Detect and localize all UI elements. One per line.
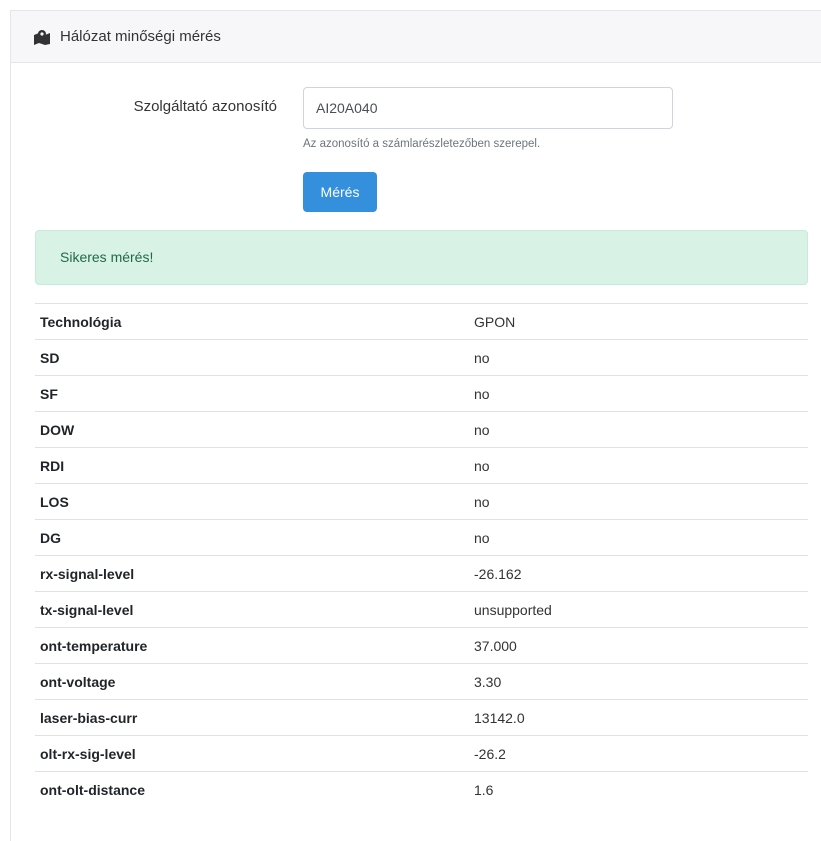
result-key: ont-olt-distance	[35, 771, 469, 807]
table-row: ont-voltage 3.30	[35, 663, 808, 700]
result-key: laser-bias-curr	[35, 699, 469, 736]
measurement-card: Hálózat minőségi mérés Szolgáltató azono…	[10, 10, 821, 841]
result-value: no	[469, 447, 808, 484]
result-key: ont-temperature	[35, 627, 469, 664]
result-value: GPON	[469, 303, 808, 340]
provider-id-input[interactable]: AI20A040	[303, 87, 673, 129]
result-value: no	[469, 411, 808, 448]
result-key: tx-signal-level	[35, 591, 469, 628]
table-row: ont-temperature 37.000	[35, 627, 808, 664]
result-key: Technológia	[35, 303, 469, 340]
measure-button[interactable]: Mérés	[303, 172, 377, 212]
result-value: 1.6	[469, 771, 808, 807]
provider-id-help: Az azonosító a számlarészletezőben szere…	[303, 138, 541, 150]
provider-id-row: Szolgáltató azonosító AI20A040	[11, 87, 821, 129]
result-key: SD	[35, 339, 469, 376]
result-key: DOW	[35, 411, 469, 448]
table-row: RDI no	[35, 447, 808, 484]
result-key: olt-rx-sig-level	[35, 735, 469, 772]
table-row: SF no	[35, 375, 808, 412]
results-table: Technológia GPON SD no SF no DOW no RDI no LOS no DG…	[35, 303, 808, 807]
result-value: no	[469, 519, 808, 556]
table-row: Technológia GPON	[35, 303, 808, 340]
result-value: 13142.0	[469, 699, 808, 736]
provider-id-label: Szolgáltató azonosító	[133, 98, 277, 115]
result-value: -26.162	[469, 555, 808, 592]
table-row: tx-signal-level unsupported	[35, 591, 808, 628]
result-key: SF	[35, 375, 469, 412]
table-row: DG no	[35, 519, 808, 556]
result-value: no	[469, 339, 808, 376]
result-key: DG	[35, 519, 469, 556]
table-row: DOW no	[35, 411, 808, 448]
table-row: LOS no	[35, 483, 808, 520]
table-row: SD no	[35, 339, 808, 376]
result-value: no	[469, 375, 808, 412]
result-key: ont-voltage	[35, 663, 469, 700]
result-value: no	[469, 483, 808, 520]
result-value: 3.30	[469, 663, 808, 700]
map-marker-icon	[33, 29, 51, 45]
result-key: rx-signal-level	[35, 555, 469, 592]
table-row: ont-olt-distance 1.6	[35, 771, 808, 807]
success-alert: Sikeres mérés!	[35, 230, 808, 285]
table-row: olt-rx-sig-level -26.2	[35, 735, 808, 772]
card-title: Hálózat minőségi mérés	[60, 28, 221, 45]
result-key: LOS	[35, 483, 469, 520]
table-row: rx-signal-level -26.162	[35, 555, 808, 592]
result-value: -26.2	[469, 735, 808, 772]
table-row: laser-bias-curr 13142.0	[35, 699, 808, 736]
result-value: 37.000	[469, 627, 808, 664]
result-key: RDI	[35, 447, 469, 484]
card-header: Hálózat minőségi mérés	[11, 11, 821, 63]
result-value: unsupported	[469, 591, 808, 628]
